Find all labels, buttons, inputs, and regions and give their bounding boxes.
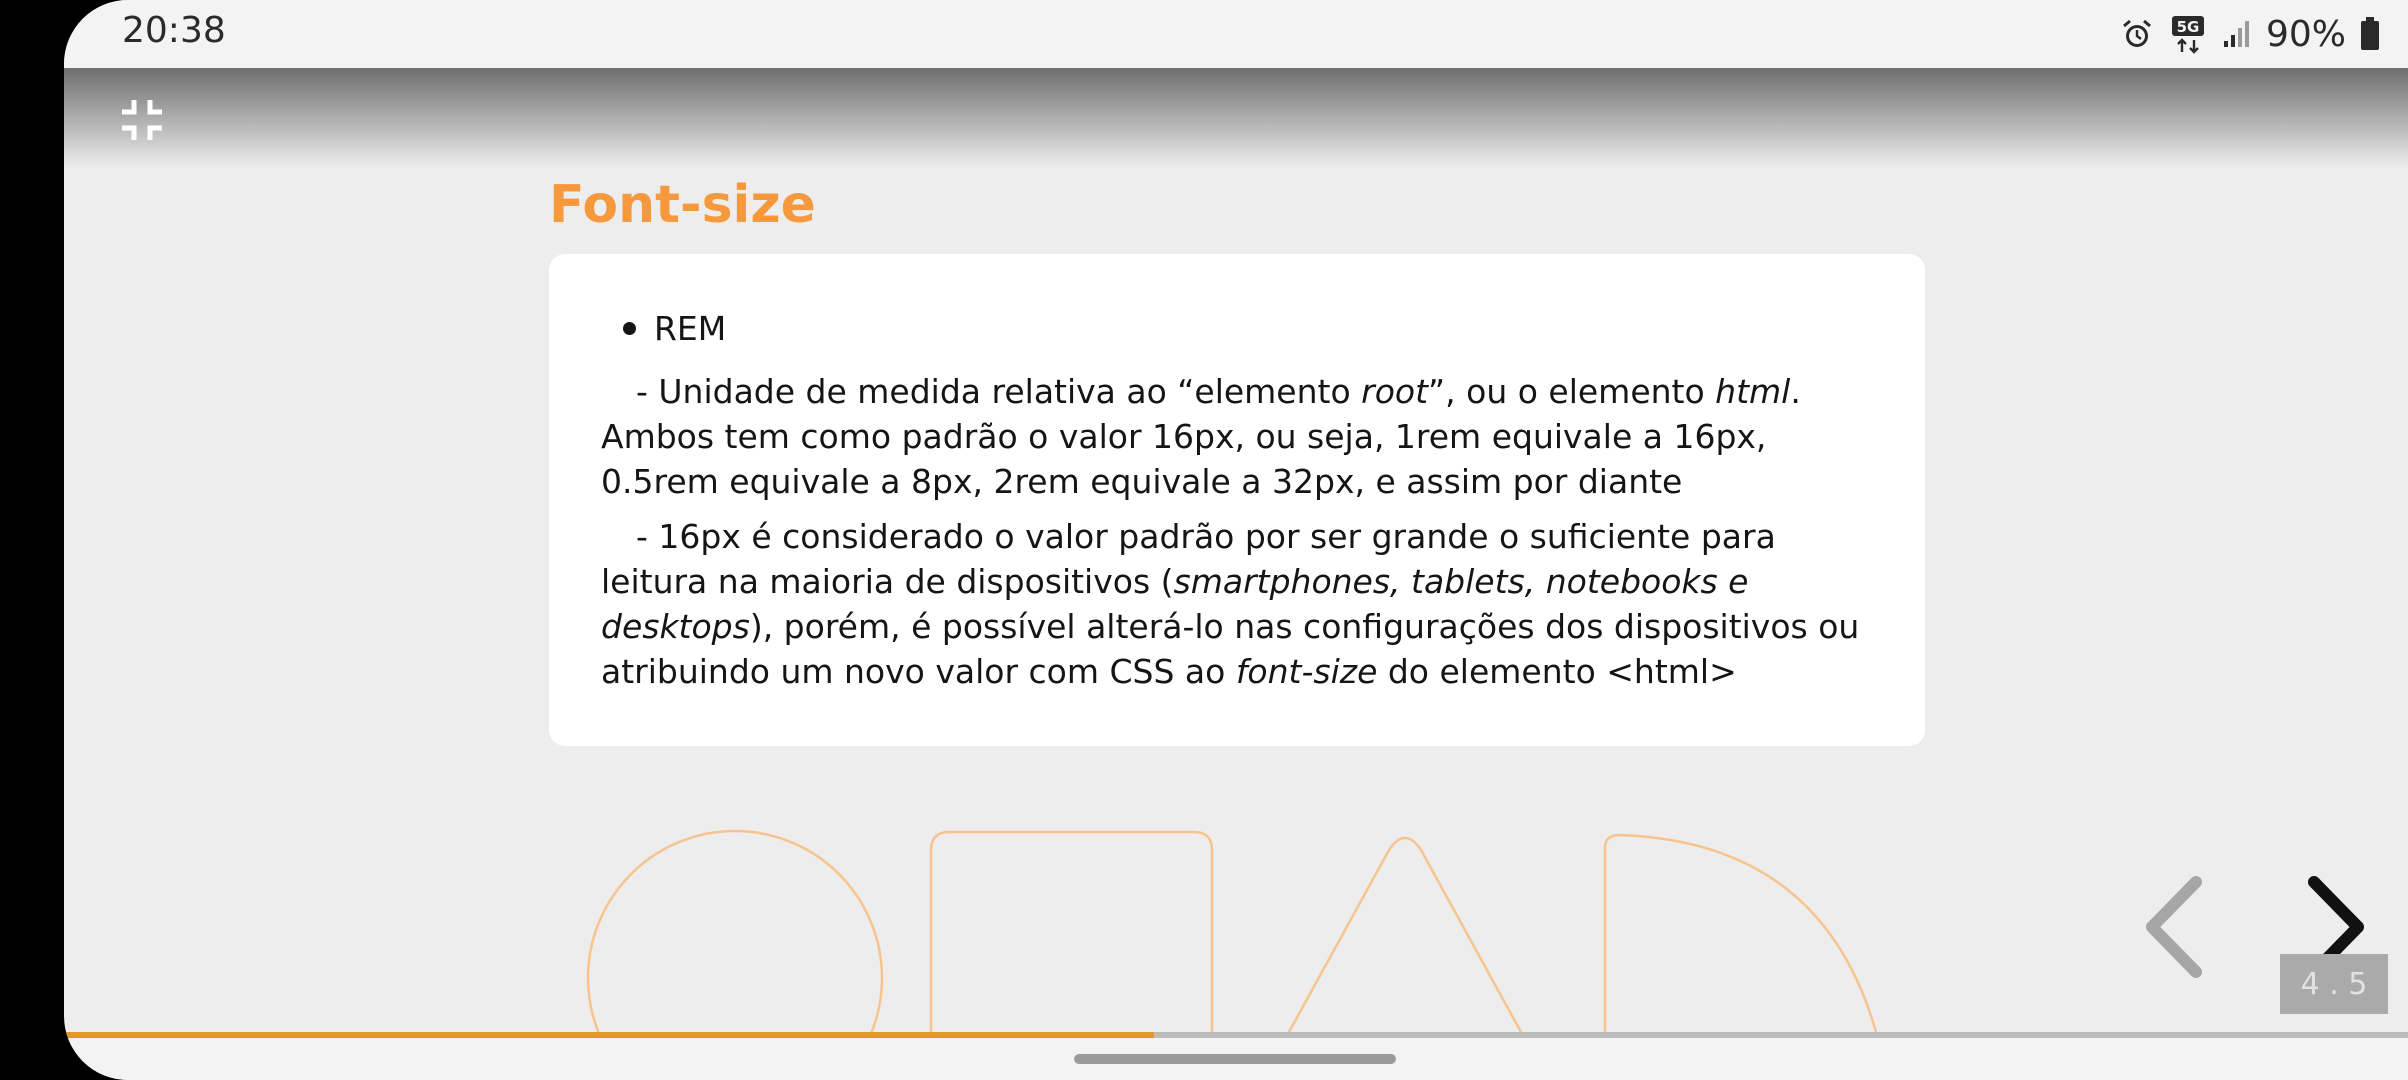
- battery-icon: [2361, 17, 2379, 50]
- signal-icon: [2223, 21, 2249, 47]
- status-time: 20:38: [122, 10, 226, 51]
- 5g-data-icon: 5G: [2171, 16, 2204, 54]
- bullet-dot: [623, 322, 636, 335]
- slide-number: 4 . 5: [2280, 954, 2388, 1014]
- screen: 20:38 5G 90% Font-size REM - Unidade de …: [64, 0, 2408, 1080]
- chevron-left-icon[interactable]: [2134, 872, 2214, 982]
- paragraph-default-size: - 16px é considerado o valor padrão por …: [601, 517, 1860, 691]
- decorative-rectangle: [929, 830, 1214, 1032]
- bullet-text: REM: [654, 309, 727, 348]
- exit-fullscreen-icon[interactable]: [120, 98, 164, 142]
- status-icons: 5G 90%: [2120, 10, 2380, 58]
- battery-percent: 90%: [2265, 13, 2346, 55]
- status-bar: 20:38 5G 90%: [64, 0, 2408, 68]
- home-gesture-handle[interactable]: [1074, 1054, 1396, 1064]
- system-nav-bar: [64, 1038, 2408, 1080]
- presentation-toolbar: [64, 68, 2408, 168]
- bullet-item: REM: [601, 306, 1873, 351]
- paragraph-rem-definition: - Unidade de medida relativa ao “element…: [601, 372, 1801, 501]
- slide-content-card: REM - Unidade de medida relativa ao “ele…: [549, 254, 1925, 746]
- slide-title: Font-size: [549, 175, 816, 235]
- decorative-quarter-circle: [1603, 833, 1878, 1033]
- decorative-triangle: [1287, 836, 1523, 1033]
- network-type: 5G: [2177, 18, 2200, 36]
- alarm-icon: [2123, 19, 2151, 47]
